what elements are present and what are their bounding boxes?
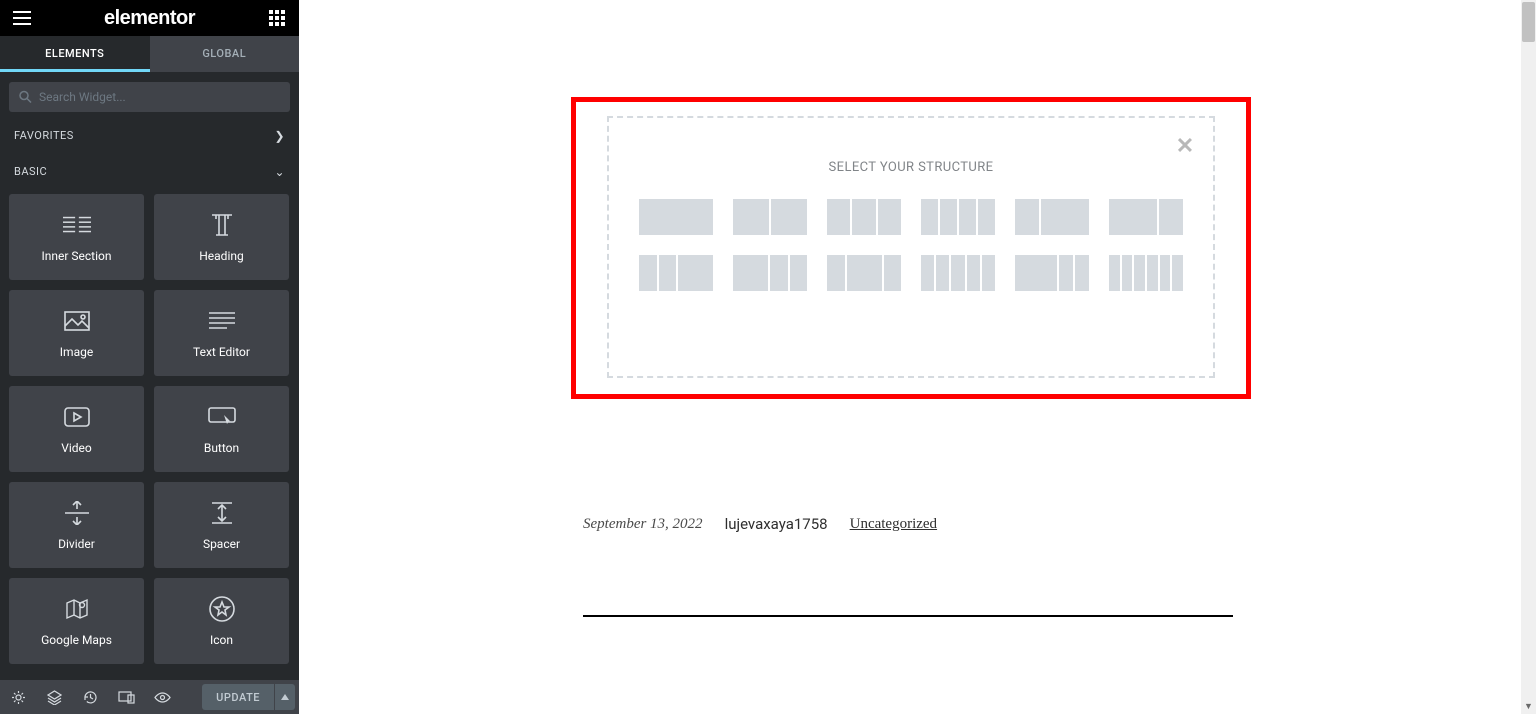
tab-elements[interactable]: ELEMENTS [0, 36, 150, 72]
spacer-icon [208, 499, 236, 527]
structure-1-2[interactable] [1015, 199, 1089, 235]
editor-canvas: ✕ SELECT YOUR STRUCTURE September 13, 20… [299, 0, 1536, 714]
structure-dropzone: ✕ SELECT YOUR STRUCTURE [607, 116, 1215, 378]
columns-icon [63, 211, 91, 239]
panel-tabs: ELEMENTS GLOBAL [0, 36, 299, 72]
widget-label: Inner Section [41, 249, 111, 263]
widget-label: Icon [210, 633, 233, 647]
widget-google-maps[interactable]: Google Maps [9, 578, 144, 664]
structure-options [631, 199, 1191, 291]
panel-footer: UPDATE [0, 680, 299, 714]
widgets-grid: Inner Section Heading Image Text Editor … [0, 190, 299, 680]
text-editor-icon [208, 307, 236, 335]
scroll-thumb[interactable] [1522, 2, 1535, 42]
search-icon [19, 91, 32, 104]
structure-3-1-1[interactable] [1015, 255, 1089, 291]
button-icon [208, 403, 236, 431]
favorites-section[interactable]: FAVORITES ❯ [0, 118, 299, 154]
structure-2-1-1[interactable] [733, 255, 807, 291]
structure-4col[interactable] [921, 199, 995, 235]
elementor-logo: elementor [104, 7, 195, 30]
basic-section[interactable]: BASIC ⌄ [0, 154, 299, 190]
widget-text-editor[interactable]: Text Editor [154, 290, 289, 376]
widget-label: Spacer [203, 537, 240, 551]
preview-icon[interactable] [144, 680, 180, 714]
structure-1-2-1[interactable] [827, 255, 901, 291]
update-options-icon[interactable] [275, 684, 295, 710]
basic-label: BASIC [14, 154, 47, 190]
apps-icon[interactable] [267, 8, 287, 28]
menu-icon[interactable] [12, 8, 32, 28]
widget-label: Heading [199, 249, 244, 263]
favorites-label: FAVORITES [14, 118, 74, 154]
structure-2-1[interactable] [1109, 199, 1183, 235]
star-icon [208, 595, 236, 623]
widget-video[interactable]: Video [9, 386, 144, 472]
responsive-icon[interactable] [108, 680, 144, 714]
heading-icon [208, 211, 236, 239]
image-icon [63, 307, 91, 335]
scrollbar[interactable]: ▲ ▼ [1521, 0, 1536, 714]
widget-heading[interactable]: Heading [154, 194, 289, 280]
elementor-panel: elementor ELEMENTS GLOBAL FAVORITES ❯ BA… [0, 0, 299, 714]
navigator-icon[interactable] [36, 680, 72, 714]
structure-2col[interactable] [733, 199, 807, 235]
widget-inner-section[interactable]: Inner Section [9, 194, 144, 280]
widget-label: Text Editor [193, 345, 250, 359]
chevron-right-icon: ❯ [274, 118, 285, 154]
structure-1-1-2[interactable] [639, 255, 713, 291]
panel-header: elementor [0, 0, 299, 36]
widget-label: Video [61, 441, 92, 455]
post-meta: September 13, 2022 lujevaxaya1758 Uncate… [583, 515, 937, 533]
post-category[interactable]: Uncategorized [850, 516, 937, 533]
widget-divider[interactable]: Divider [9, 482, 144, 568]
update-button[interactable]: UPDATE [202, 684, 274, 710]
widget-label: Image [60, 345, 93, 359]
widget-spacer[interactable]: Spacer [154, 482, 289, 568]
separator [583, 615, 1233, 617]
settings-icon[interactable] [0, 680, 36, 714]
close-icon[interactable]: ✕ [1175, 136, 1195, 156]
widget-label: Divider [58, 537, 95, 551]
history-icon[interactable] [72, 680, 108, 714]
post-author: lujevaxaya1758 [725, 515, 828, 533]
structure-3col[interactable] [827, 199, 901, 235]
widget-image[interactable]: Image [9, 290, 144, 376]
widget-label: Google Maps [41, 633, 112, 647]
selection-highlight: ✕ SELECT YOUR STRUCTURE [571, 97, 1251, 399]
structure-5col[interactable] [921, 255, 995, 291]
tab-global[interactable]: GLOBAL [150, 36, 300, 72]
scroll-down-icon[interactable]: ▼ [1521, 699, 1536, 714]
structure-6col[interactable] [1109, 255, 1183, 291]
structure-1col[interactable] [639, 199, 713, 235]
search-input[interactable] [9, 82, 290, 112]
map-icon [63, 595, 91, 623]
widget-icon[interactable]: Icon [154, 578, 289, 664]
search-wrap [0, 72, 299, 118]
widget-button[interactable]: Button [154, 386, 289, 472]
widget-label: Button [204, 441, 239, 455]
chevron-down-icon: ⌄ [274, 154, 285, 190]
video-icon [63, 403, 91, 431]
dropzone-title: SELECT YOUR STRUCTURE [609, 160, 1213, 175]
divider-icon [63, 499, 91, 527]
post-date: September 13, 2022 [583, 516, 703, 533]
